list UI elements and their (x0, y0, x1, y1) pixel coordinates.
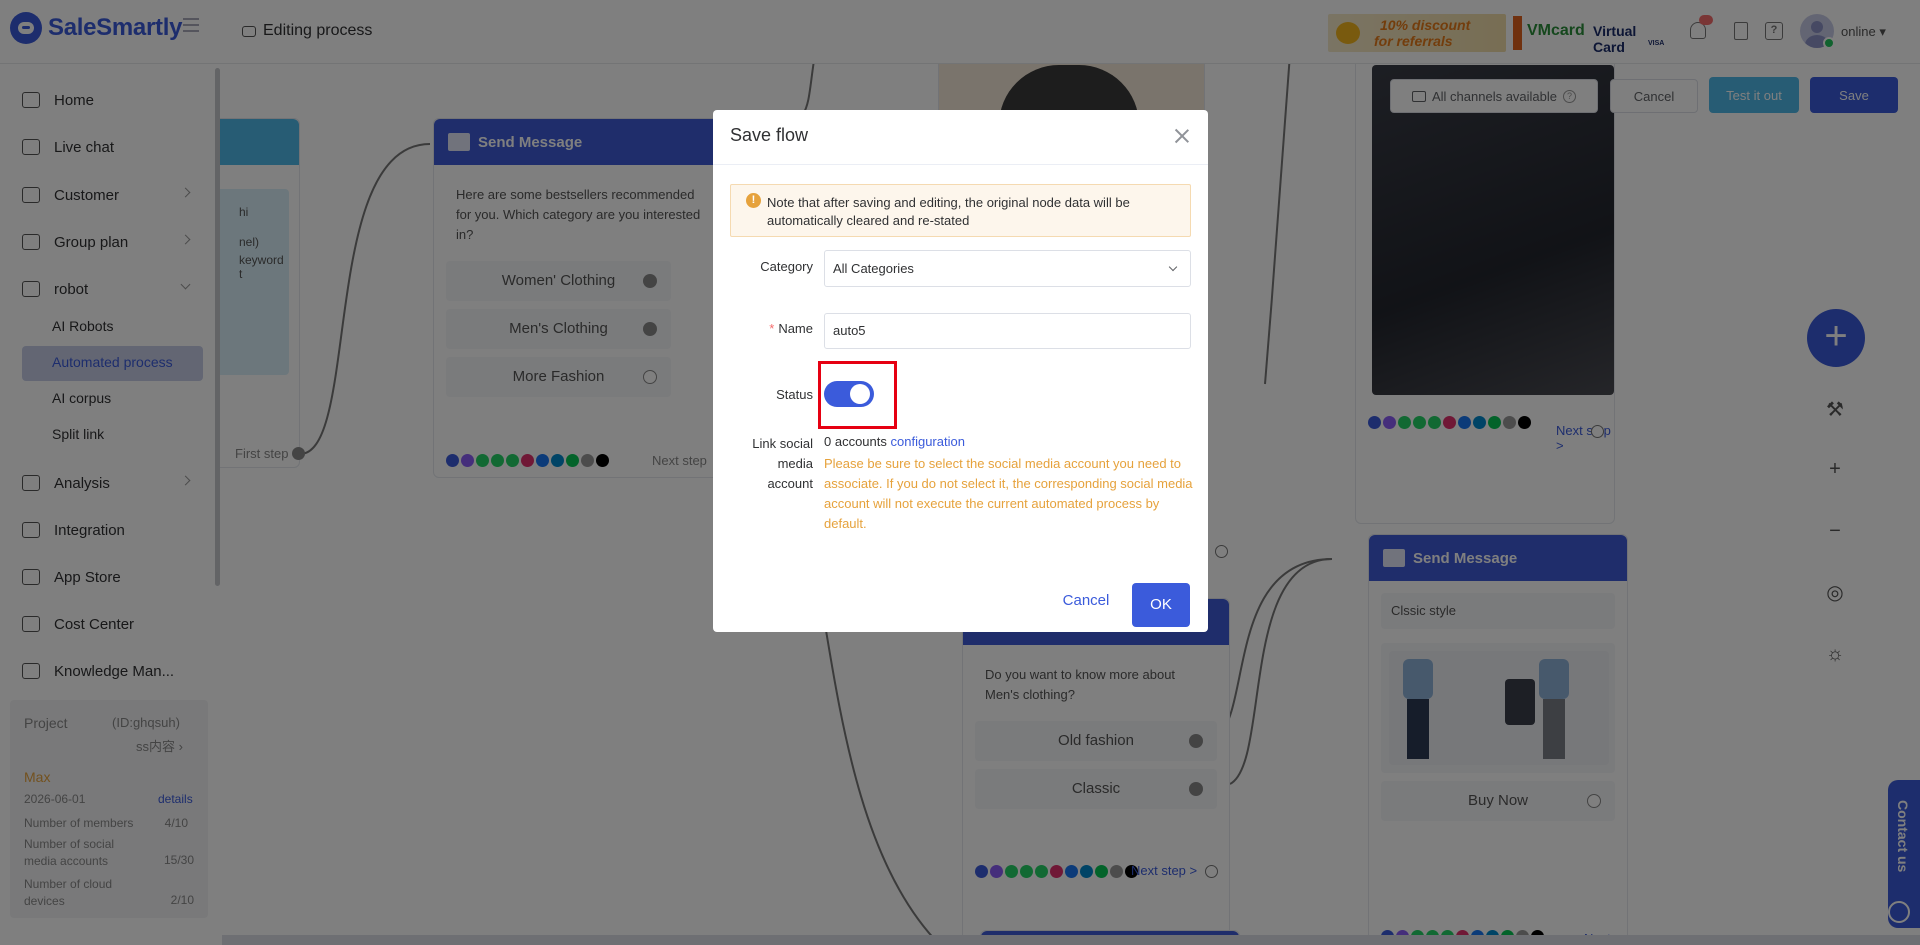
save-flow-dialog: Save flow ! Note that after saving and e… (713, 110, 1208, 632)
highlight-box (818, 361, 897, 429)
name-label: * Name (769, 321, 813, 336)
link-label-line: account (767, 476, 813, 491)
dialog-title: Save flow (730, 125, 809, 145)
category-value: All Categories (833, 261, 914, 276)
chevron-down-icon (1168, 262, 1178, 272)
account-warning-text: Please be sure to select the social medi… (824, 456, 1193, 531)
name-label-text: Name (778, 321, 813, 336)
warning-notice: ! Note that after saving and editing, th… (730, 184, 1191, 237)
dialog-cancel-button[interactable]: Cancel (1056, 583, 1116, 619)
dialog-ok-button[interactable]: OK (1132, 583, 1190, 627)
name-value: auto5 (833, 323, 866, 338)
link-social-label: Link social media account (733, 434, 813, 494)
status-label: Status (776, 387, 813, 402)
category-label: Category (760, 259, 813, 274)
notice-text: Note that after saving and editing, the … (767, 195, 1130, 228)
accounts-info: 0 accounts configuration (824, 434, 965, 449)
divider (713, 164, 1208, 165)
link-label-line: media (777, 456, 813, 471)
configuration-link[interactable]: configuration (891, 434, 965, 449)
accounts-count: 0 accounts (824, 434, 887, 449)
name-input[interactable]: auto5 (824, 313, 1191, 349)
warning-icon: ! (746, 193, 761, 208)
close-icon[interactable] (1174, 128, 1190, 144)
link-label-line: Link social (752, 436, 813, 451)
category-select[interactable]: All Categories (824, 250, 1191, 287)
